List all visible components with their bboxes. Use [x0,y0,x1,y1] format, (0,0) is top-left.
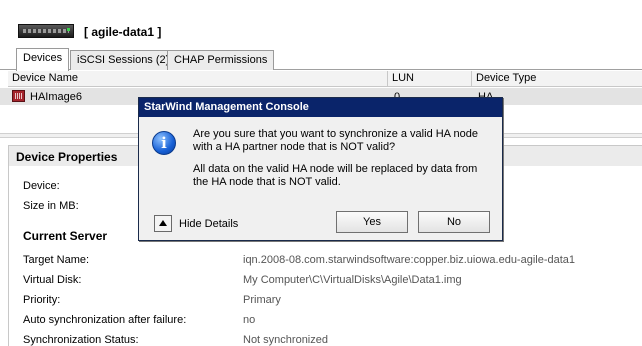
dialog-message-line: Are you sure that you want to synchroniz… [193,128,478,140]
priority-label: Priority: [23,294,61,306]
dialog-title: StarWind Management Console [139,98,502,117]
top-strip [0,0,642,14]
info-icon: i [152,131,176,155]
column-header-device-type[interactable]: Device Type [472,71,642,87]
yes-button[interactable]: Yes [336,211,408,233]
size-label: Size in MB: [23,200,79,212]
sync-status-label: Synchronization Status: [23,334,139,346]
device-name-cell: HAImage6 [30,91,82,103]
current-server-title: Current Server [23,229,108,243]
virtual-disk-label: Virtual Disk: [23,274,82,286]
collapse-details-icon[interactable] [154,215,172,232]
virtual-disk-value: My Computer\C\VirtualDisks\Agile\Data1.i… [243,274,462,286]
hide-details-label[interactable]: Hide Details [179,218,238,230]
tab-devices[interactable]: Devices [16,48,70,71]
auto-sync-value: no [243,314,256,326]
column-header-lun[interactable]: LUN [388,71,472,87]
device-icon [12,90,25,102]
device-label: Device: [23,180,60,192]
column-header-device-name[interactable]: Device Name [8,71,388,87]
priority-value: Primary [243,294,281,306]
auto-sync-label: Auto synchronization after failure: [23,314,187,326]
dialog-detail-line: All data on the valid HA node will be re… [193,163,478,175]
dialog-detail-line: the HA node that is NOT valid. [193,176,341,188]
target-name-value: iqn.2008-08.com.starwindsoftware:copper.… [243,254,576,266]
dialog-message-line: with a HA partner node that is NOT valid… [193,141,396,153]
server-title: [ agile-data1 ] [84,25,162,39]
no-button[interactable]: No [418,211,490,233]
target-name-label: Target Name: [23,254,90,266]
server-icon [18,24,74,38]
tab-iscsi-sessions[interactable]: iSCSI Sessions (2) [70,50,177,70]
tab-chap-permissions[interactable]: CHAP Permissions [167,50,275,70]
sync-status-value: Not synchronized [243,334,328,346]
